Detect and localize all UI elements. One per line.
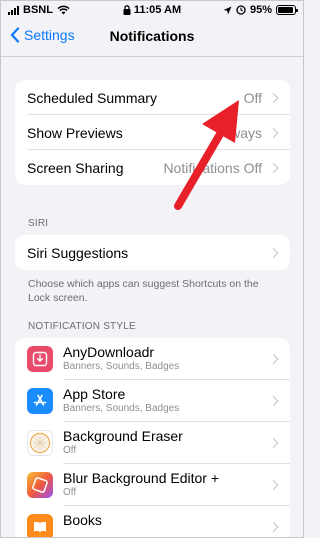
chevron-right-icon bbox=[268, 396, 279, 406]
navigation-bar: Settings Notifications bbox=[0, 20, 304, 52]
background-eraser-icon bbox=[27, 430, 53, 456]
notification-style-header: NOTIFICATION STYLE bbox=[28, 321, 136, 332]
screen-sharing-row[interactable]: Screen Sharing Notifications Off bbox=[15, 150, 290, 185]
app-name: App Store bbox=[63, 386, 126, 402]
row-value: Always bbox=[217, 124, 262, 141]
app-row-background-eraser[interactable]: Background Eraser Off bbox=[15, 422, 290, 464]
clock-time: 11:05 AM bbox=[133, 4, 182, 16]
row-label: Show Previews bbox=[27, 124, 123, 141]
chevron-right-icon bbox=[268, 522, 279, 532]
app-name: Blur Background Editor + bbox=[63, 470, 220, 486]
show-previews-row[interactable]: Show Previews Always bbox=[15, 115, 290, 150]
status-bar: BSNL 11:05 AM 95% bbox=[0, 0, 304, 20]
settings-group: Scheduled Summary Off Show Previews Alwa… bbox=[15, 80, 290, 185]
siri-section-header: SIRI bbox=[28, 218, 49, 229]
chevron-right-icon bbox=[268, 92, 279, 103]
app-notification-detail: Banners, Sounds, Badges bbox=[63, 403, 180, 414]
chevron-right-icon bbox=[268, 127, 279, 138]
battery-icon bbox=[276, 5, 298, 15]
chevron-right-icon bbox=[268, 354, 279, 364]
chevron-right-icon bbox=[268, 438, 279, 448]
app-list-group: AnyDownloadr Banners, Sounds, Badges App… bbox=[15, 338, 290, 538]
app-store-icon bbox=[27, 388, 53, 414]
row-value: Notifications Off bbox=[163, 159, 262, 176]
app-notification-detail: Off bbox=[63, 487, 77, 498]
app-name: Books bbox=[63, 512, 102, 528]
app-row-anydownloadr[interactable]: AnyDownloadr Banners, Sounds, Badges bbox=[15, 338, 290, 380]
anydownloadr-icon bbox=[27, 346, 53, 372]
blur-editor-icon bbox=[27, 472, 53, 498]
chevron-right-icon bbox=[268, 247, 279, 258]
scheduled-summary-row[interactable]: Scheduled Summary Off bbox=[15, 80, 290, 115]
app-name: Background Eraser bbox=[63, 428, 183, 444]
app-row-books[interactable]: Books bbox=[15, 506, 290, 538]
siri-suggestions-row[interactable]: Siri Suggestions bbox=[15, 235, 290, 270]
page-title: Notifications bbox=[109, 28, 195, 44]
chevron-right-icon bbox=[268, 162, 279, 173]
app-row-app-store[interactable]: App Store Banners, Sounds, Badges bbox=[15, 380, 290, 422]
chevron-right-icon bbox=[268, 480, 279, 490]
row-value: Off bbox=[243, 89, 262, 106]
battery-percent: 95% bbox=[249, 4, 272, 16]
app-name: AnyDownloadr bbox=[63, 344, 155, 360]
status-bar-right: 95% bbox=[223, 4, 298, 16]
books-icon bbox=[27, 514, 53, 538]
lock-icon bbox=[123, 5, 131, 15]
siri-footnote: Choose which apps can suggest Shortcuts … bbox=[28, 278, 259, 304]
battery-fill bbox=[278, 7, 294, 13]
location-icon bbox=[223, 6, 232, 14]
alarm-icon bbox=[236, 5, 246, 15]
app-notification-detail: Off bbox=[63, 445, 77, 456]
row-label: Screen Sharing bbox=[27, 159, 124, 176]
app-notification-detail: Banners, Sounds, Badges bbox=[63, 361, 180, 372]
siri-group: Siri Suggestions bbox=[15, 235, 290, 270]
row-label: Siri Suggestions bbox=[27, 244, 129, 261]
app-row-blur-background-editor[interactable]: Blur Background Editor + Off bbox=[15, 464, 290, 506]
nav-divider bbox=[0, 56, 304, 57]
row-label: Scheduled Summary bbox=[27, 89, 157, 106]
